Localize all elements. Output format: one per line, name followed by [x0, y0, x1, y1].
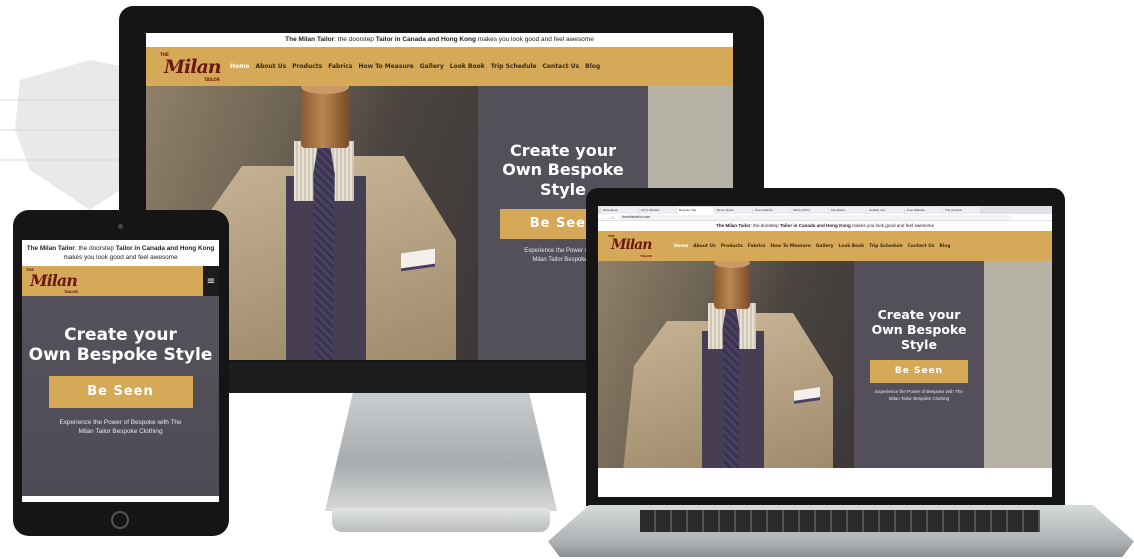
- main-nav: THE Milan TAILOR Home About Us Products …: [146, 47, 733, 86]
- nav-item-blog[interactable]: Blog: [585, 63, 600, 70]
- tablet-screen: The Milan Tailor: the doorstep Tailor in…: [22, 240, 219, 502]
- nav-item-home[interactable]: Home: [230, 63, 249, 70]
- topbar-text: : the doorstep: [750, 223, 780, 228]
- hero-subtitle-line-1: Experience the Power of Bespoke with The: [875, 388, 963, 394]
- topbar-brand: The Milan Tailor: [26, 245, 75, 252]
- announcement-bar: The Milan Tailor: the doorstep Tailor in…: [22, 240, 219, 266]
- nav-item-look-book[interactable]: Look Book: [450, 63, 485, 70]
- nav-item-about-us[interactable]: About Us: [693, 244, 716, 249]
- browser-tab[interactable]: The Conston: [943, 206, 980, 214]
- nav-menu: Home About Us Products Fabrics How To Me…: [674, 244, 950, 249]
- topbar-location: Tailor in Canada and Hong Kong: [375, 36, 477, 43]
- nav-item-products[interactable]: Products: [292, 63, 322, 70]
- topbar-tagline: makes you look good and feel awesome: [476, 36, 594, 43]
- hero-subtitle-line-1: Experience the Power of Bespoke with The: [59, 418, 182, 426]
- logo[interactable]: THE Milan TAILOR: [608, 233, 652, 259]
- hero-subtitle: Experience the Power of Bespoke with The…: [875, 389, 963, 403]
- nav-item-trip-schedule[interactable]: Trip Schedule: [491, 63, 537, 70]
- nav-item-look-book[interactable]: Look Book: [839, 244, 865, 249]
- topbar-tagline: makes you look good and feel awesome: [63, 254, 178, 261]
- browser-tab-bar: Morrelanen (147) WhatsA Bespoke Tail Ren…: [598, 206, 1052, 214]
- main-nav: THE Milan TAILOR ≡: [22, 266, 219, 296]
- topbar-brand: The Milan Tailor: [715, 223, 751, 228]
- nav-item-about-us[interactable]: About Us: [255, 63, 286, 70]
- browser-tab[interactable]: Team Standu: [753, 206, 790, 214]
- nav-item-gallery[interactable]: Gallery: [420, 63, 444, 70]
- hero-heading-line-1: Create your: [64, 325, 177, 345]
- logo-name: Milan: [164, 55, 222, 78]
- hero-image-suit-mannequin: [598, 261, 854, 468]
- topbar-location: Tailor in Canada and Hong Kong: [115, 245, 215, 252]
- url-field[interactable]: themilantailor.com: [618, 214, 1012, 220]
- announcement-bar: The Milan Tailor: the doorstep Tailor in…: [146, 33, 733, 47]
- topbar-location: Tailor in Canada and Hong Kong: [779, 223, 851, 228]
- hero-subtitle: Experience the Power of Bespoke with The…: [59, 418, 181, 437]
- browser-nav-arrows[interactable]: ← → C: [601, 215, 614, 220]
- main-nav: THE Milan TAILOR Home About Us Products …: [598, 231, 1052, 261]
- browser-tab[interactable]: Inbox (1371): [791, 206, 828, 214]
- nav-item-blog[interactable]: Blog: [939, 244, 950, 249]
- nav-item-contact-us[interactable]: Contact Us: [908, 244, 935, 249]
- hero-heading-line-2: Own Bespoke: [502, 160, 624, 180]
- logo[interactable]: THE Milan TAILOR: [160, 50, 222, 84]
- hero-heading-line-2: Own Bespoke Style: [28, 345, 213, 366]
- hero-heading-line-1: Create your: [877, 306, 961, 322]
- browser-tab[interactable]: Top Mattre: [829, 206, 866, 214]
- browser-tab[interactable]: (147) WhatsA: [639, 206, 676, 214]
- nav-item-gallery[interactable]: Gallery: [816, 244, 834, 249]
- imac-stand-base: [332, 508, 550, 532]
- hero-panel: Create your Own Bespoke Style Be Seen Ex…: [854, 261, 984, 468]
- nav-menu: Home About Us Products Fabrics How To Me…: [230, 63, 600, 70]
- hero-heading-line-2: Own Bespoke: [871, 321, 967, 337]
- hero-section: Create your Own Bespoke Style Be Seen Ex…: [598, 261, 1052, 468]
- topbar-brand: The Milan Tailor: [285, 36, 335, 43]
- be-seen-button[interactable]: Be Seen: [870, 359, 968, 383]
- nav-item-how-to-measure[interactable]: How To Measure: [770, 244, 810, 249]
- tablet-home-button[interactable]: [111, 511, 129, 529]
- browser-tab[interactable]: Morrelanen: [601, 206, 638, 214]
- nav-item-trip-schedule[interactable]: Trip Schedule: [869, 244, 902, 249]
- hero-subtitle-line-2: Milan Tailor Bespoke Clothing: [888, 395, 950, 401]
- hero-heading: Create your Own Bespoke Style: [29, 325, 213, 366]
- laptop-screen: Morrelanen (147) WhatsA Bespoke Tail Ren…: [598, 206, 1052, 497]
- hero-subtitle-line-2: Milan Tailor Bespoke Clothing: [78, 428, 163, 436]
- topbar-text: : the doorstep: [334, 36, 376, 43]
- tablet-camera: [118, 224, 123, 229]
- laptop-keyboard: [640, 510, 1040, 532]
- mannequin-neck: [714, 263, 750, 309]
- topbar-tagline: makes you look good and feel awesome: [850, 223, 935, 228]
- be-seen-button[interactable]: Be Seen: [48, 375, 193, 408]
- logo[interactable]: THE Milan TAILOR: [26, 267, 82, 295]
- logo-tailor: TAILOR: [204, 76, 220, 82]
- logo-tailor: TAILOR: [64, 290, 78, 294]
- logo-tailor: TAILOR: [640, 254, 652, 258]
- hero-panel: Create your Own Bespoke Style Be Seen Ex…: [22, 296, 219, 496]
- hamburger-menu-icon[interactable]: ≡: [203, 266, 219, 296]
- nav-item-contact-us[interactable]: Contact Us: [542, 63, 579, 70]
- announcement-bar: The Milan Tailor: the doorstep Tailor in…: [598, 221, 1052, 231]
- nav-item-how-to-measure[interactable]: How To Measure: [358, 63, 413, 70]
- browser-tab[interactable]: Rene Interim: [715, 206, 752, 214]
- hero-heading: Create your Own Bespoke Style: [872, 307, 967, 352]
- browser-address-bar: ← → C themilantailor.com: [598, 214, 1052, 221]
- nav-item-fabrics[interactable]: Fabrics: [748, 244, 766, 249]
- browser-tab-active[interactable]: Bespoke Tail: [677, 206, 714, 214]
- nav-item-products[interactable]: Products: [721, 244, 743, 249]
- imac-stand: [325, 393, 557, 511]
- hero-heading-line-3: Style: [901, 336, 937, 352]
- nav-item-fabrics[interactable]: Fabrics: [328, 63, 352, 70]
- topbar-text: : the doorstep: [74, 245, 116, 252]
- hero-heading-line-1: Create your: [509, 141, 617, 161]
- logo-name: Milan: [611, 237, 652, 253]
- hero-side-image: [984, 261, 1052, 468]
- nav-item-home[interactable]: Home: [674, 244, 688, 249]
- browser-tab[interactable]: website mor: [867, 206, 904, 214]
- mannequin-neck: [301, 86, 349, 148]
- hero-section: Create your Own Bespoke Style Be Seen Ex…: [22, 296, 219, 496]
- logo-name: Milan: [30, 271, 78, 290]
- browser-tab[interactable]: Free Website: [905, 206, 942, 214]
